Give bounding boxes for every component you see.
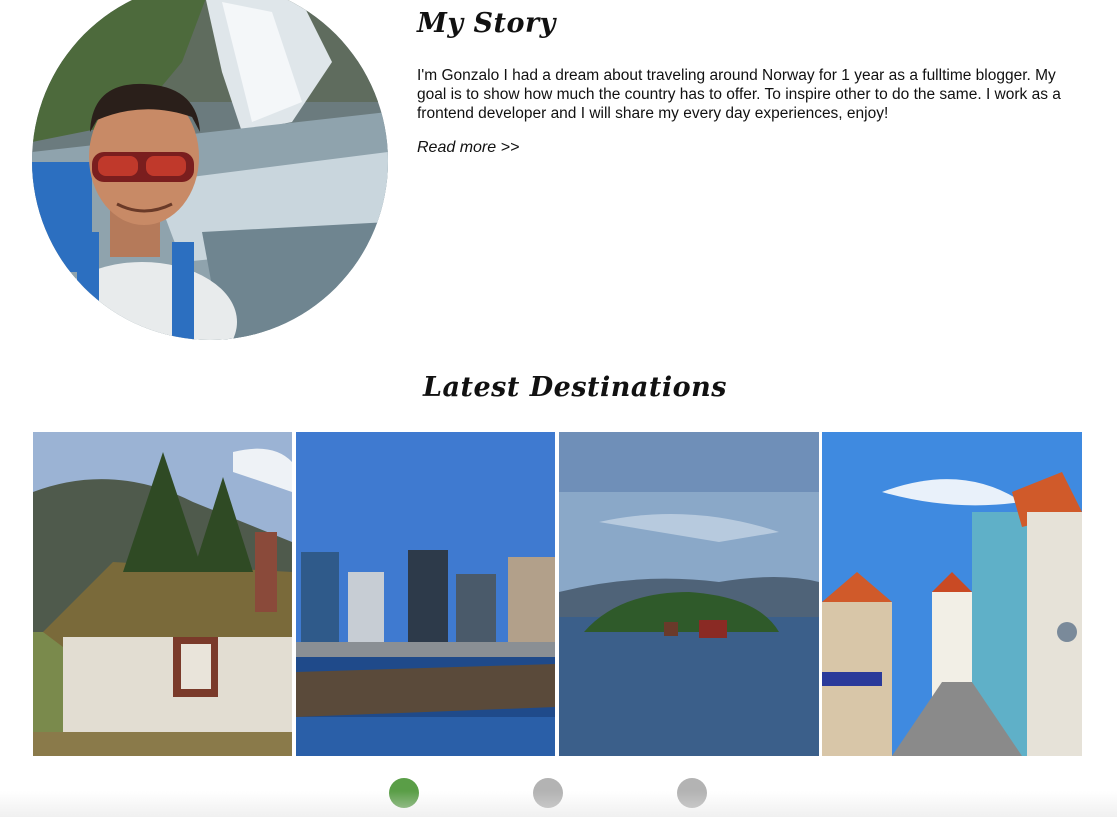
photo-stavanger-street[interactable] [822, 432, 1082, 756]
profile-avatar [32, 0, 388, 340]
carousel-dot-3[interactable] [677, 778, 707, 808]
carousel-dots [0, 778, 1117, 808]
destinations-gallery [33, 432, 1082, 756]
photo-oslo-barcode-waterfront[interactable] [296, 432, 555, 756]
carousel-dot-1[interactable] [389, 778, 419, 808]
story-title: My Story [417, 8, 556, 39]
photo-turf-roof-cabin[interactable] [33, 432, 292, 756]
carousel-dot-2[interactable] [533, 778, 563, 808]
read-more-link[interactable]: Read more >> [417, 139, 519, 157]
photo-fjord-island[interactable] [559, 432, 819, 756]
destinations-title: Latest Destinations [423, 372, 727, 403]
story-text: I'm Gonzalo I had a dream about travelin… [417, 67, 1061, 122]
